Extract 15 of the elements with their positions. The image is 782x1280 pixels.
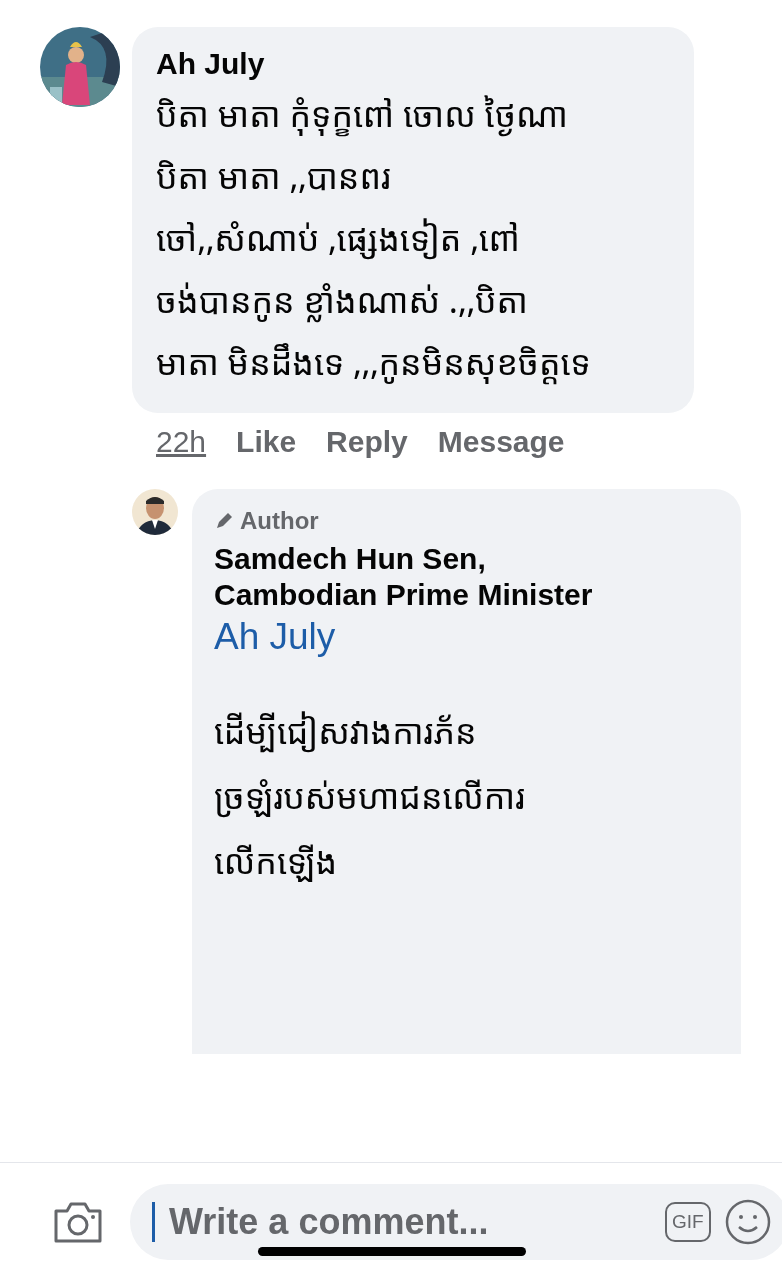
action-link[interactable]: Reply xyxy=(326,425,408,459)
timestamp-link[interactable]: 22h xyxy=(156,425,207,459)
action-link[interactable]: Message xyxy=(437,425,565,459)
smiley-icon[interactable] xyxy=(724,1198,771,1245)
author-label: Author xyxy=(240,507,319,535)
comment-text: បិតា មាតា កុំទុក្ខពៅ ចោល ថ្ងៃណា បិតា មាតា ,,បានពរ ចៅ,,សំណាប់ ,ផ្សេងទៀត ,ពៅ ចង់បានកូន ខ្លាំងណាស់ .,,បិតា មាតា មិនដឹងទេ ,,,កូនមិនសុខចិត្តទេ xyxy=(156,90,592,387)
mention-link[interactable]: Ah July xyxy=(214,615,719,659)
action-link[interactable]: Like xyxy=(236,425,297,459)
text-cursor xyxy=(152,1201,155,1242)
pencil-icon xyxy=(214,511,234,531)
commenter-name[interactable]: Samdech Hun Sen, Cambodian Prime Minister xyxy=(214,541,719,613)
comment-field[interactable]: Write a comment... GIF xyxy=(130,1183,782,1260)
gif-button[interactable]: GIF xyxy=(665,1201,711,1242)
commenter-name[interactable]: Ah July xyxy=(156,45,670,83)
comment-text: ដើម្បីជៀសវាងការភ័ន ច្រឡំរបស់មហាជនលើការ លើកឡើង xyxy=(214,707,527,886)
